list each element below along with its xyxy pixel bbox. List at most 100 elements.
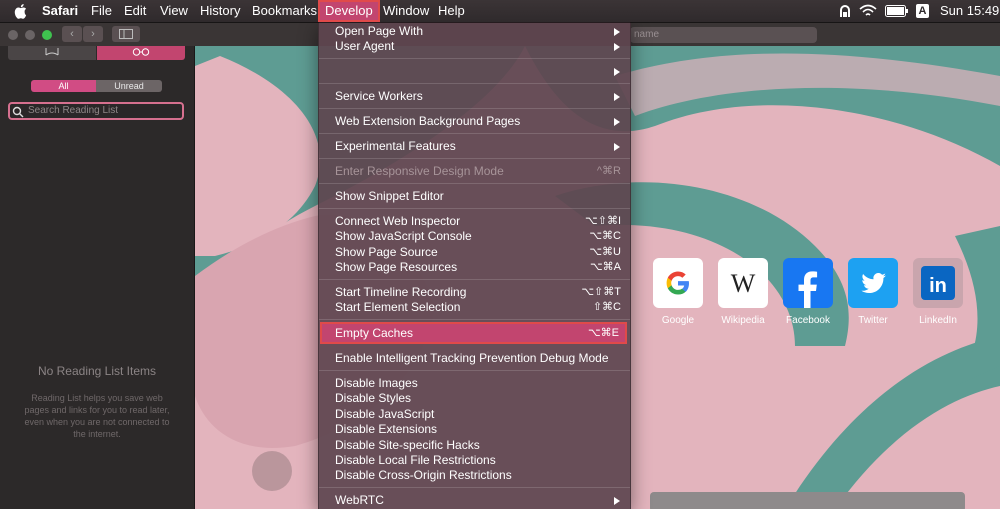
- reading-list-search-input[interactable]: Search Reading List: [8, 102, 184, 120]
- wikipedia-icon: W: [731, 269, 756, 298]
- sidebar-toggle-button[interactable]: [112, 26, 140, 42]
- menu-separator: [319, 158, 630, 159]
- favorite-label-google: Google: [661, 315, 695, 326]
- menu-separator: [319, 133, 630, 134]
- menu-item-user-agent[interactable]: User Agent: [319, 39, 630, 54]
- menu-item-label: Disable Images: [335, 376, 418, 390]
- menu-item-web-extension-background-pages[interactable]: Web Extension Background Pages: [319, 114, 630, 129]
- menu-item-disable-javascript[interactable]: Disable JavaScript: [319, 407, 630, 422]
- time-machine-icon[interactable]: [838, 3, 852, 19]
- menu-separator: [319, 58, 630, 59]
- menu-item-webrtc[interactable]: WebRTC: [319, 493, 630, 508]
- menu-develop[interactable]: Develop: [318, 0, 380, 22]
- menu-file[interactable]: File: [91, 0, 112, 22]
- menu-item-start-timeline-recording[interactable]: Start Timeline Recording ⌥⇧⌘T: [319, 285, 630, 300]
- menu-item-label: Experimental Features: [335, 139, 456, 153]
- menu-bookmarks[interactable]: Bookmarks: [252, 0, 317, 22]
- menu-item-itp-debug-mode[interactable]: Enable Intelligent Tracking Prevention D…: [319, 351, 630, 366]
- menu-separator: [319, 83, 630, 84]
- menu-item-label: Enable Intelligent Tracking Prevention D…: [335, 351, 609, 365]
- menu-item-start-element-selection[interactable]: Start Element Selection ⇧⌘C: [319, 300, 630, 315]
- menu-item-disable-images[interactable]: Disable Images: [319, 376, 630, 391]
- favorite-label-twitter: Twitter: [858, 315, 888, 326]
- menu-separator: [319, 487, 630, 488]
- menu-edit[interactable]: Edit: [124, 0, 146, 22]
- menu-item-empty-caches[interactable]: Empty Caches ⌥⌘E: [320, 322, 627, 344]
- menu-safari[interactable]: Safari: [42, 0, 78, 22]
- menu-item-shortcut: ⌥⇧⌘T: [581, 286, 621, 298]
- menu-item-label: Start Timeline Recording: [335, 285, 467, 299]
- wifi-icon[interactable]: [859, 4, 877, 18]
- favorite-google[interactable]: [653, 258, 703, 308]
- segment-all[interactable]: All: [31, 80, 96, 92]
- svg-text:W: W: [731, 269, 756, 298]
- menu-view[interactable]: View: [160, 0, 188, 22]
- bookmarks-tab[interactable]: [8, 46, 96, 60]
- forward-button[interactable]: ›: [83, 26, 103, 42]
- menu-item-open-page-with[interactable]: Open Page With: [319, 24, 630, 39]
- menu-item-disable-styles[interactable]: Disable Styles: [319, 391, 630, 406]
- menu-item-label: User Agent: [335, 39, 395, 53]
- menu-separator: [319, 108, 630, 109]
- reading-list-tab[interactable]: [97, 46, 185, 60]
- menu-item-experimental-features[interactable]: Experimental Features: [319, 139, 630, 154]
- menu-item-label: WebRTC: [335, 493, 384, 507]
- menu-item-shortcut: ⌥⌘C: [589, 230, 621, 242]
- menu-item-label: Show Page Source: [335, 245, 438, 259]
- sidebar-icon: [119, 29, 133, 39]
- menu-item-disable-site-specific-hacks[interactable]: Disable Site-specific Hacks: [319, 438, 630, 453]
- fullscreen-window-button[interactable]: [42, 30, 52, 40]
- svg-text:in: in: [929, 275, 947, 297]
- menu-item-service-workers[interactable]: Service Workers: [319, 89, 630, 104]
- menu-item-show-page-resources[interactable]: Show Page Resources ⌥⌘A: [319, 260, 630, 275]
- submenu-arrow-icon: [614, 497, 620, 505]
- menu-history[interactable]: History: [200, 0, 240, 22]
- submenu-arrow-icon: [614, 93, 620, 101]
- menu-item-label: Service Workers: [335, 89, 423, 103]
- menu-item-disable-extensions[interactable]: Disable Extensions: [319, 422, 630, 437]
- submenu-arrow-icon: [614, 43, 620, 51]
- menu-bar: Safari File Edit View History Bookmarks …: [0, 0, 1000, 22]
- menu-item-device-submenu[interactable]: [319, 64, 630, 79]
- menu-help[interactable]: Help: [438, 0, 465, 22]
- menu-separator: [319, 279, 630, 280]
- address-bar[interactable]: name: [630, 27, 817, 43]
- input-source-indicator[interactable]: A: [916, 4, 929, 18]
- favorite-label-linkedin: LinkedIn: [919, 315, 957, 326]
- menu-item-shortcut: ⌥⌘E: [587, 327, 619, 339]
- menu-window[interactable]: Window: [383, 0, 429, 22]
- empty-state-description: Reading List helps you save web pages an…: [24, 393, 170, 439]
- menu-item-show-snippet-editor[interactable]: Show Snippet Editor: [319, 189, 630, 204]
- menu-separator: [319, 370, 630, 371]
- submenu-arrow-icon: [614, 28, 620, 36]
- menu-item-shortcut: ⌥⌘U: [589, 246, 621, 258]
- menu-item-label: Disable Cross-Origin Restrictions: [335, 468, 512, 482]
- apple-icon[interactable]: [14, 3, 28, 19]
- develop-menu-dropdown: Open Page With User Agent Service Worker…: [318, 22, 631, 509]
- menu-item-connect-web-inspector[interactable]: Connect Web Inspector ⌥⇧⌘I: [319, 214, 630, 229]
- favorite-wikipedia[interactable]: W: [718, 258, 768, 308]
- menu-item-show-page-source[interactable]: Show Page Source ⌥⌘U: [319, 245, 630, 260]
- chevron-right-icon: ›: [91, 28, 95, 40]
- menu-item-label: Open Page With: [335, 24, 424, 38]
- linkedin-icon: in: [921, 266, 955, 300]
- menu-item-disable-cross-origin-restrictions[interactable]: Disable Cross-Origin Restrictions: [319, 468, 630, 483]
- favorite-label-facebook: Facebook: [786, 315, 830, 326]
- battery-icon[interactable]: [885, 5, 909, 17]
- submenu-arrow-icon: [614, 68, 620, 76]
- favorite-twitter[interactable]: [848, 258, 898, 308]
- submenu-arrow-icon: [614, 118, 620, 126]
- back-button[interactable]: ‹: [62, 26, 82, 42]
- menu-item-disable-local-file-restrictions[interactable]: Disable Local File Restrictions: [319, 453, 630, 468]
- segment-unread[interactable]: Unread: [96, 80, 162, 92]
- favorite-facebook[interactable]: [783, 258, 833, 308]
- menu-item-label: Disable Site-specific Hacks: [335, 438, 480, 452]
- favorite-linkedin[interactable]: in: [913, 258, 963, 308]
- submenu-arrow-icon: [614, 143, 620, 151]
- close-window-button[interactable]: [8, 30, 18, 40]
- menu-separator: [319, 319, 630, 320]
- minimize-window-button[interactable]: [25, 30, 35, 40]
- menu-item-show-javascript-console[interactable]: Show JavaScript Console ⌥⌘C: [319, 229, 630, 244]
- menu-item-shortcut: ⌥⌘A: [589, 261, 621, 273]
- menubar-clock[interactable]: Sun 15:49: [940, 0, 999, 22]
